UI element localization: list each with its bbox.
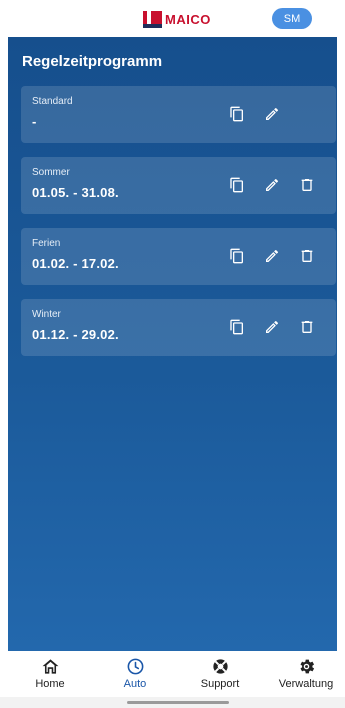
clock-icon <box>127 658 143 675</box>
delete-icon <box>301 179 313 191</box>
nav-item-support[interactable]: Support <box>185 657 255 695</box>
lifebuoy-icon <box>212 659 228 674</box>
program-card-ferien[interactable]: Ferien 01.02. - 17.02. <box>21 228 336 285</box>
copy-icon <box>230 177 243 193</box>
copy-icon <box>230 106 243 122</box>
program-name: Standard <box>32 96 73 107</box>
program-card-winter[interactable]: Winter 01.12. - 29.02. <box>21 299 336 356</box>
copy-button[interactable] <box>226 316 248 338</box>
program-date-range: 01.05. - 31.08. <box>32 185 119 200</box>
user-avatar[interactable]: SM <box>272 8 312 29</box>
main-content: Regelzeitprogramm Standard - Sommer 01.0… <box>8 37 337 651</box>
edit-button[interactable] <box>261 103 283 125</box>
edit-icon <box>266 178 279 191</box>
delete-button[interactable] <box>296 174 318 196</box>
home-icon <box>42 659 58 674</box>
edit-button[interactable] <box>261 174 283 196</box>
logo-text: MAICO <box>165 11 211 27</box>
maico-logo-mark <box>143 10 162 28</box>
bottom-navigation: Home Auto Support Verwaltung <box>0 651 345 697</box>
nav-item-auto[interactable]: Auto <box>100 657 170 695</box>
delete-button[interactable] <box>296 245 318 267</box>
program-name: Sommer <box>32 167 70 178</box>
program-date-range: 01.12. - 29.02. <box>32 327 119 342</box>
program-date-range: - <box>32 114 37 129</box>
program-name: Winter <box>32 309 61 320</box>
nav-item-home[interactable]: Home <box>15 657 85 695</box>
copy-button[interactable] <box>226 103 248 125</box>
copy-icon <box>230 319 243 335</box>
gear-icon <box>299 659 314 674</box>
edit-button[interactable] <box>261 245 283 267</box>
nav-label: Home <box>35 678 65 690</box>
maico-logo: MAICO <box>143 9 211 29</box>
copy-icon <box>230 248 243 264</box>
home-indicator-bar[interactable] <box>127 701 229 704</box>
nav-label: Auto <box>123 678 147 690</box>
copy-button[interactable] <box>226 245 248 267</box>
delete-icon <box>301 250 313 262</box>
nav-label: Verwaltung <box>278 678 334 690</box>
edit-button[interactable] <box>261 316 283 338</box>
app-screen: MAICO SM Regelzeitprogramm Standard - So… <box>0 0 345 708</box>
nav-item-verwaltung[interactable]: Verwaltung <box>271 657 341 695</box>
edit-icon <box>266 107 279 120</box>
nav-label: Support <box>200 678 240 690</box>
program-date-range: 01.02. - 17.02. <box>32 256 119 271</box>
program-card-standard[interactable]: Standard - <box>21 86 336 143</box>
copy-button[interactable] <box>226 174 248 196</box>
top-bar: MAICO SM <box>0 0 345 37</box>
delete-icon <box>301 321 313 333</box>
edit-icon <box>266 320 279 333</box>
delete-button[interactable] <box>296 316 318 338</box>
page-title: Regelzeitprogramm <box>22 53 163 70</box>
home-indicator <box>0 697 345 708</box>
edit-icon <box>266 249 279 262</box>
program-name: Ferien <box>32 238 61 249</box>
program-card-sommer[interactable]: Sommer 01.05. - 31.08. <box>21 157 336 214</box>
